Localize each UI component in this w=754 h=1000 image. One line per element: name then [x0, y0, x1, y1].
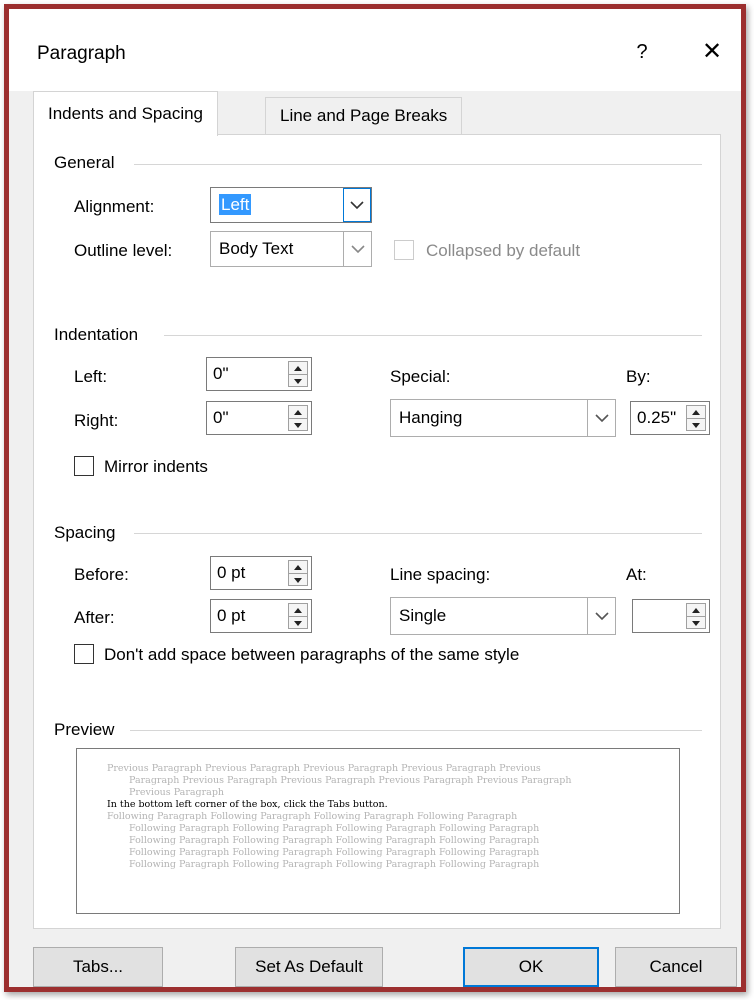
- spin-icon[interactable]: [686, 405, 706, 431]
- preview-line: Following Paragraph Following Paragraph …: [129, 823, 540, 834]
- preview-line: Previous Paragraph Previous Paragraph Pr…: [107, 763, 541, 774]
- set-as-default-button[interactable]: Set As Default: [235, 947, 383, 987]
- spacing-after-spinner[interactable]: 0 pt: [210, 599, 312, 633]
- preview-group-title: Preview: [54, 720, 115, 739]
- tab-panel: General Alignment: Left Outline level: B…: [33, 134, 721, 929]
- spin-icon[interactable]: [288, 361, 308, 387]
- divider: [134, 164, 702, 165]
- cancel-button[interactable]: Cancel: [615, 947, 737, 987]
- by-value: 0.25": [637, 408, 677, 427]
- divider: [130, 730, 702, 731]
- spin-icon[interactable]: [686, 603, 706, 629]
- at-label: At:: [626, 565, 647, 584]
- preview-line: Following Paragraph Following Paragraph …: [129, 859, 540, 870]
- spacing-before-label: Before:: [74, 565, 129, 584]
- spin-icon[interactable]: [288, 405, 308, 431]
- preview-line: Following Paragraph Following Paragraph …: [107, 811, 518, 822]
- dont-add-space-label: Don't add space between paragraphs of th…: [104, 645, 520, 664]
- indent-left-value: 0": [213, 364, 229, 383]
- tabs-button[interactable]: Tabs...: [33, 947, 163, 987]
- chevron-down-icon[interactable]: [587, 400, 615, 436]
- spacing-after-label: After:: [74, 608, 115, 627]
- divider: [164, 335, 702, 336]
- help-icon[interactable]: ?: [627, 37, 657, 67]
- ok-button[interactable]: OK: [463, 947, 599, 987]
- dont-add-space-checkbox[interactable]: [74, 644, 94, 664]
- spacing-group-title: Spacing: [54, 523, 116, 542]
- spacing-before-value: 0 pt: [217, 563, 246, 582]
- mirror-indents-label: Mirror indents: [104, 457, 208, 476]
- indent-right-spinner[interactable]: 0": [206, 401, 312, 435]
- at-spinner[interactable]: [632, 599, 710, 633]
- tab-label: Line and Page Breaks: [280, 106, 448, 125]
- chevron-down-icon[interactable]: [343, 188, 371, 222]
- indent-right-label: Right:: [74, 411, 119, 430]
- special-label: Special:: [390, 367, 451, 386]
- spacing-after-value: 0 pt: [217, 606, 246, 625]
- special-dropdown[interactable]: Hanging: [390, 399, 616, 437]
- preview-line: Previous Paragraph: [129, 787, 225, 798]
- outline-level-dropdown[interactable]: Body Text: [210, 231, 372, 267]
- spin-icon[interactable]: [288, 603, 308, 629]
- outline-level-label: Outline level:: [74, 241, 173, 260]
- alignment-dropdown[interactable]: Left: [210, 187, 372, 223]
- collapsed-by-default-checkbox[interactable]: [394, 240, 414, 260]
- tab-line-and-page-breaks[interactable]: Line and Page Breaks: [265, 97, 463, 135]
- alignment-value: Left: [219, 194, 252, 215]
- close-icon[interactable]: ✕: [697, 37, 727, 67]
- title-bar: Paragraph ? ✕: [9, 9, 741, 91]
- mirror-indents-checkbox[interactable]: [74, 456, 94, 476]
- general-group-title: General: [54, 153, 115, 172]
- preview-line: Following Paragraph Following Paragraph …: [129, 847, 540, 858]
- spin-icon[interactable]: [288, 560, 308, 586]
- line-spacing-label: Line spacing:: [390, 565, 491, 584]
- by-spinner[interactable]: 0.25": [630, 401, 710, 435]
- paragraph-dialog: Paragraph ? ✕ Indents and Spacing Line a…: [4, 4, 746, 992]
- alignment-label: Alignment:: [74, 197, 155, 216]
- line-spacing-value: Single: [399, 606, 447, 625]
- divider: [134, 533, 702, 534]
- indentation-group-title: Indentation: [54, 325, 139, 344]
- collapsed-by-default-label: Collapsed by default: [426, 241, 581, 260]
- preview-line: Paragraph Previous Paragraph Previous Pa…: [129, 775, 572, 786]
- by-label: By:: [626, 367, 651, 386]
- tab-indents-and-spacing[interactable]: Indents and Spacing: [33, 91, 219, 136]
- preview-box: Previous Paragraph Previous Paragraph Pr…: [76, 748, 680, 914]
- preview-current-line: In the bottom left corner of the box, cl…: [107, 799, 388, 810]
- tab-label: Indents and Spacing: [48, 104, 204, 123]
- spacing-before-spinner[interactable]: 0 pt: [210, 556, 312, 590]
- indent-left-label: Left:: [74, 367, 108, 386]
- indent-right-value: 0": [213, 408, 229, 427]
- chevron-down-icon[interactable]: [343, 232, 371, 266]
- line-spacing-dropdown[interactable]: Single: [390, 597, 616, 635]
- preview-line: Following Paragraph Following Paragraph …: [129, 835, 540, 846]
- dialog-title: Paragraph: [37, 43, 126, 64]
- chevron-down-icon[interactable]: [587, 598, 615, 634]
- indent-left-spinner[interactable]: 0": [206, 357, 312, 391]
- outline-level-value: Body Text: [219, 239, 294, 258]
- special-value: Hanging: [399, 408, 463, 427]
